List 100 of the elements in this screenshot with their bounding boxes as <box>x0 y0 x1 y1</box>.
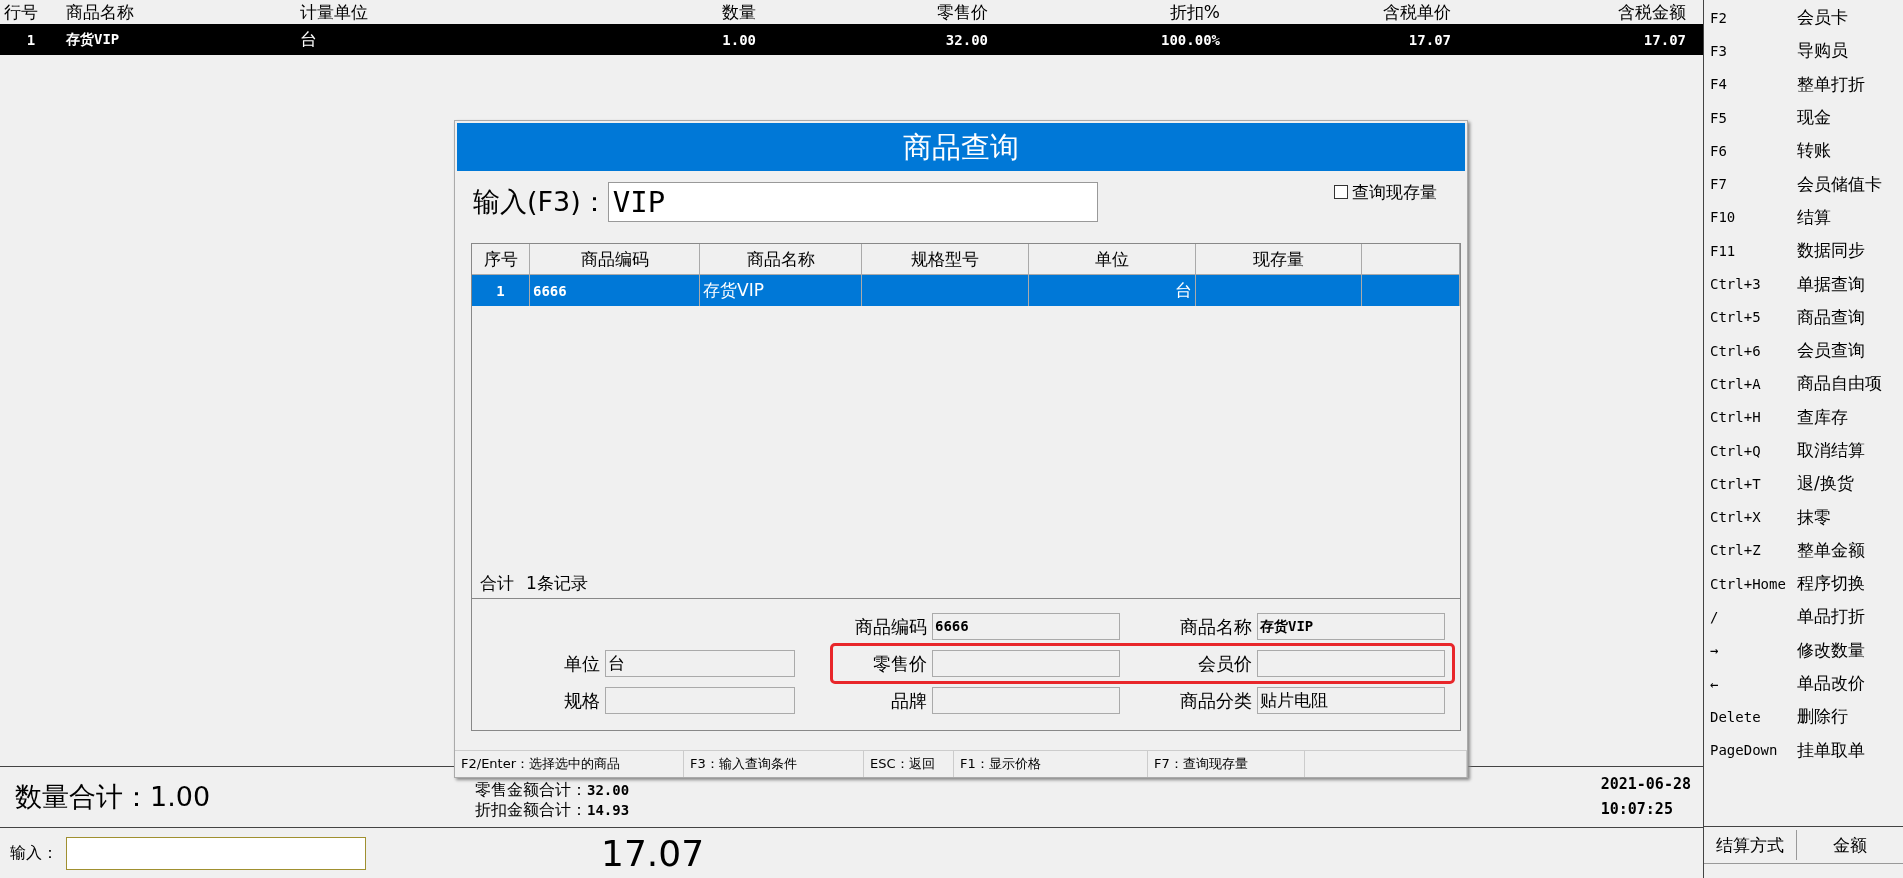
shortcut-label: 单品打折 <box>1797 605 1865 629</box>
stock-checkbox[interactable]: 查询现存量 <box>1334 180 1437 204</box>
shortcut-key: / <box>1710 609 1797 625</box>
column-header: 含税单价 <box>1382 0 1452 24</box>
column-header: 数量 <box>721 0 757 24</box>
shortcut-key: F10 <box>1710 209 1797 226</box>
summary-label: 合计 <box>480 571 514 595</box>
shortcut-key: Ctrl+6 <box>1710 342 1797 359</box>
amount-display: 17.07 <box>601 832 705 874</box>
field-label: 商品编码 <box>854 614 927 639</box>
field-label: 品牌 <box>890 688 927 713</box>
table-row[interactable]: 1 6666 存货VIP 台 <box>472 275 1460 306</box>
shortcut-key: F4 <box>1710 76 1797 93</box>
shortcut-label: 商品查询 <box>1797 305 1865 329</box>
shortcut-key: F7 <box>1710 176 1797 193</box>
table-cell-text: 存货VIP <box>65 30 121 49</box>
discount-total: 折扣金额合计：14.93 <box>475 800 630 820</box>
field-label: 零售价 <box>872 651 927 676</box>
shortcut-key: Ctrl+T <box>1710 475 1797 492</box>
shortcut-label: 查库存 <box>1797 405 1848 429</box>
shortcut-label: 修改数量 <box>1797 638 1865 662</box>
column-header: 商品名称 <box>700 244 862 274</box>
shortcut-key: Ctrl+Q <box>1710 442 1797 459</box>
shortcut-label: 结算 <box>1797 205 1831 229</box>
shortcut-label: 整单打折 <box>1797 72 1865 96</box>
table-cell-text: 100.00% <box>1160 31 1221 48</box>
time-text: 10:07:25 <box>1600 799 1674 820</box>
column-header: 现存量 <box>1196 244 1362 274</box>
shortcut-label: 单据查询 <box>1797 272 1865 296</box>
dialog-title: 商品查询 <box>457 123 1465 171</box>
date-text: 2021-06-28 <box>1600 774 1691 795</box>
column-header: 序号 <box>472 244 530 274</box>
table-cell-text: 1.00 <box>721 31 757 48</box>
status-text: ESC：返回 <box>870 755 935 773</box>
shortcut-key: → <box>1710 642 1797 659</box>
column-header: 结算方式 <box>1704 830 1797 860</box>
shortcut-label: 整单金额 <box>1797 538 1865 562</box>
table-cell: 6666 <box>530 275 700 306</box>
shortcut-label: 挂单取单 <box>1797 738 1865 762</box>
readonly-field: 存货VIP <box>1257 613 1445 640</box>
column-header: 金额 <box>1832 834 1868 857</box>
shortcut-label: 会员查询 <box>1797 339 1865 363</box>
shortcut-key: Ctrl+5 <box>1710 309 1797 326</box>
column-header: 行号 <box>3 0 39 24</box>
field-label: 商品分类 <box>1179 688 1252 713</box>
input-field[interactable] <box>66 836 366 870</box>
table-cell-text: 1 <box>25 31 37 48</box>
column-header: 计量单位 <box>299 0 369 24</box>
table-cell-text: 台 <box>299 28 318 51</box>
search-field[interactable]: VIP <box>607 182 1098 222</box>
shortcut-label: 删除行 <box>1797 705 1848 729</box>
shortcut-label: 数据同步 <box>1797 239 1865 263</box>
column-header: 零售价 <box>936 0 989 24</box>
shortcut-key: Delete <box>1710 708 1797 725</box>
quantity-total: 数量合计：1.00 <box>15 780 212 814</box>
record-count: 1条记录 <box>526 571 588 595</box>
column-header: 折扣% <box>1168 0 1221 24</box>
shortcut-key: F3 <box>1710 42 1797 59</box>
shortcut-label: 抹零 <box>1797 505 1831 529</box>
shortcut-label: 转账 <box>1797 139 1831 163</box>
field-label: 会员价 <box>1197 651 1252 676</box>
shortcut-key: Ctrl+3 <box>1710 276 1797 292</box>
field-label: 规格 <box>563 688 600 713</box>
shortcut-label: 取消结算 <box>1797 439 1865 462</box>
table-cell-text: 17.07 <box>1642 31 1687 48</box>
table-cell-text: 32.00 <box>944 31 989 48</box>
column-header: 商品编码 <box>530 244 700 274</box>
status-text: F1：显示价格 <box>960 755 1041 773</box>
column-header: 商品名称 <box>65 0 135 24</box>
shortcut-key: Ctrl+H <box>1710 409 1797 426</box>
field-label: 商品名称 <box>1179 614 1252 639</box>
table-cell: 存货VIP <box>700 275 862 306</box>
shortcut-label: 商品自由项 <box>1797 372 1882 396</box>
shortcut-label: 单品改价 <box>1797 672 1865 696</box>
shortcut-key: Ctrl+Home <box>1710 575 1797 592</box>
readonly-field: 6666 <box>932 613 1120 640</box>
status-text: F7：查询现存量 <box>1154 755 1248 773</box>
readonly-field: 台 <box>605 650 795 677</box>
column-header: 含税金额 <box>1617 0 1687 24</box>
retail-total: 零售金额合计：32.00 <box>475 780 630 800</box>
shortcut-key: F5 <box>1710 109 1797 126</box>
shortcut-key: Ctrl+A <box>1710 375 1797 392</box>
shortcut-key: ← <box>1710 675 1797 692</box>
shortcut-label: 会员储值卡 <box>1797 172 1882 196</box>
shortcut-label: 现金 <box>1797 106 1831 130</box>
status-text: F3：输入查询条件 <box>690 755 797 773</box>
shortcut-key: F6 <box>1710 142 1797 159</box>
search-label: 输入(F3)： <box>473 185 608 219</box>
table-cell: 台 <box>1029 275 1196 306</box>
table-row[interactable]: 1 存货VIP 台 1.00 32.00 100.00% 17.07 17.07 <box>0 24 1703 55</box>
shortcut-key: Ctrl+Z <box>1710 542 1797 559</box>
readonly-field: 贴片电阻 <box>1257 687 1445 714</box>
field-label: 单位 <box>563 651 600 676</box>
table-cell: 1 <box>472 275 530 306</box>
shortcut-key: F2 <box>1710 9 1797 26</box>
shortcut-key: Ctrl+X <box>1710 509 1797 526</box>
input-label: 输入： <box>10 842 59 864</box>
column-header: 规格型号 <box>862 244 1029 274</box>
shortcut-label: 导购员 <box>1797 39 1848 63</box>
column-header: 单位 <box>1029 244 1196 274</box>
